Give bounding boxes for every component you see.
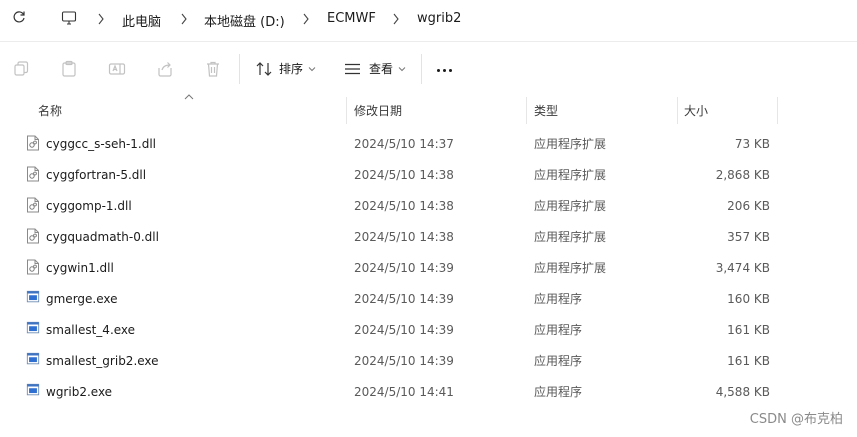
- file-type: 应用程序: [534, 354, 583, 368]
- file-row[interactable]: smallest_4.exe 2024/5/10 14:39 应用程序 161 KB: [0, 314, 857, 345]
- chevron-right-icon: [98, 13, 104, 25]
- file-name: cyggomp-1.dll: [46, 198, 132, 213]
- breadcrumb-this-pc[interactable]: 此电脑: [122, 11, 161, 30]
- file-date-modified: 2024/5/10 14:39: [354, 291, 454, 306]
- file-size: 161 KB: [727, 353, 770, 368]
- dll-file-icon: [26, 197, 40, 213]
- file-size: 206 KB: [727, 198, 770, 213]
- more-options-button[interactable]: [437, 69, 452, 72]
- column-date-modified[interactable]: 修改日期: [354, 97, 402, 124]
- file-row[interactable]: cygwin1.dll 2024/5/10 14:39 应用程序扩展 3,474 KB: [0, 252, 857, 283]
- file-type: 应用程序扩展: [534, 261, 607, 275]
- column-divider[interactable]: [777, 97, 778, 124]
- file-date-modified: 2024/5/10 14:39: [354, 353, 454, 368]
- share-icon[interactable]: [155, 59, 175, 79]
- chevron-down-icon: [308, 66, 316, 71]
- watermark: CSDN @布克柏: [749, 412, 843, 427]
- refresh-icon[interactable]: [12, 10, 26, 24]
- more-dot-icon: [443, 69, 446, 72]
- sort-ascending-icon: [184, 94, 194, 100]
- column-size[interactable]: 大小: [684, 97, 708, 124]
- file-type: 应用程序: [534, 323, 583, 337]
- file-date-modified: 2024/5/10 14:38: [354, 229, 454, 244]
- file-type: 应用程序扩展: [534, 199, 607, 213]
- rename-icon[interactable]: [107, 59, 127, 79]
- file-date-modified: 2024/5/10 14:39: [354, 322, 454, 337]
- file-name: wgrib2.exe: [46, 384, 113, 399]
- column-name[interactable]: 名称: [38, 97, 62, 124]
- file-size: 73 KB: [734, 136, 770, 151]
- paste-icon[interactable]: [59, 59, 79, 79]
- file-type: 应用程序: [534, 385, 583, 399]
- chevron-down-icon: [398, 66, 406, 71]
- file-name: smallest_grib2.exe: [46, 353, 159, 368]
- file-name: cygquadmath-0.dll: [46, 229, 159, 244]
- exe-file-icon: [26, 352, 40, 368]
- file-size: 160 KB: [727, 291, 770, 306]
- file-size: 4,588 KB: [715, 384, 770, 399]
- file-name: smallest_4.exe: [46, 322, 136, 337]
- toolbar-divider: [239, 54, 240, 84]
- file-size: 3,474 KB: [715, 260, 770, 275]
- breadcrumb-local-disk[interactable]: 本地磁盘 (D:): [204, 11, 285, 30]
- file-row[interactable]: cyggcc_s-seh-1.dll 2024/5/10 14:37 应用程序扩展 7…: [0, 128, 857, 159]
- file-type: 应用程序扩展: [534, 168, 607, 182]
- column-type[interactable]: 类型: [534, 97, 558, 124]
- file-size: 2,868 KB: [715, 167, 770, 182]
- dll-file-icon: [26, 259, 40, 275]
- chevron-right-icon: [181, 13, 187, 25]
- address-bar: 此电脑 本地磁盘 (D:) ECMWF wgrib2: [0, 0, 857, 40]
- file-row[interactable]: cyggomp-1.dll 2024/5/10 14:38 应用程序扩展 206 KB: [0, 190, 857, 221]
- computer-icon[interactable]: [61, 10, 77, 26]
- file-type: 应用程序扩展: [534, 230, 607, 244]
- file-name: gmerge.exe: [46, 291, 118, 306]
- exe-file-icon: [26, 383, 40, 399]
- file-date-modified: 2024/5/10 14:37: [354, 136, 454, 151]
- list-view-icon: [345, 63, 360, 74]
- file-type: 应用程序: [534, 292, 583, 306]
- more-dot-icon: [437, 69, 440, 72]
- dll-file-icon: [26, 135, 40, 151]
- chevron-right-icon: [393, 13, 399, 25]
- file-date-modified: 2024/5/10 14:38: [354, 167, 454, 182]
- view-button[interactable]: 查看: [344, 60, 406, 77]
- column-divider[interactable]: [526, 97, 527, 124]
- file-row[interactable]: cygquadmath-0.dll 2024/5/10 14:38 应用程序扩展 35…: [0, 221, 857, 252]
- file-size: 161 KB: [727, 322, 770, 337]
- file-name: cyggfortran-5.dll: [46, 167, 147, 182]
- column-divider[interactable]: [346, 97, 347, 124]
- file-date-modified: 2024/5/10 14:41: [354, 384, 454, 399]
- dll-file-icon: [26, 166, 40, 182]
- file-row[interactable]: cyggfortran-5.dll 2024/5/10 14:38 应用程序扩展 2,…: [0, 159, 857, 190]
- file-row[interactable]: wgrib2.exe 2024/5/10 14:41 应用程序 4,588 KB: [0, 376, 857, 407]
- chevron-right-icon: [303, 13, 309, 25]
- column-header-row: 名称 修改日期 类型 大小: [0, 94, 857, 124]
- toolbar-divider: [421, 54, 422, 84]
- file-name: cyggcc_s-seh-1.dll: [46, 136, 157, 151]
- sort-label: 排序: [279, 62, 304, 76]
- column-divider[interactable]: [677, 97, 678, 124]
- file-row[interactable]: smallest_grib2.exe 2024/5/10 14:39 应用程序 161…: [0, 345, 857, 376]
- command-bar: 排序 查看: [0, 41, 857, 97]
- file-row[interactable]: gmerge.exe 2024/5/10 14:39 应用程序 160 KB: [0, 283, 857, 314]
- file-date-modified: 2024/5/10 14:39: [354, 260, 454, 275]
- file-name: cygwin1.dll: [46, 260, 114, 275]
- copy-icon[interactable]: [11, 59, 31, 79]
- breadcrumb-wgrib2[interactable]: wgrib2: [417, 11, 461, 26]
- exe-file-icon: [26, 321, 40, 337]
- file-type: 应用程序扩展: [534, 137, 607, 151]
- more-dot-icon: [449, 69, 452, 72]
- sort-icon: [256, 61, 272, 76]
- exe-file-icon: [26, 290, 40, 306]
- view-label: 查看: [369, 62, 394, 76]
- breadcrumb-ecmwf[interactable]: ECMWF: [327, 11, 376, 26]
- dll-file-icon: [26, 228, 40, 244]
- sort-button[interactable]: 排序: [256, 60, 316, 77]
- file-size: 357 KB: [727, 229, 770, 244]
- delete-icon[interactable]: [203, 59, 223, 79]
- file-date-modified: 2024/5/10 14:38: [354, 198, 454, 213]
